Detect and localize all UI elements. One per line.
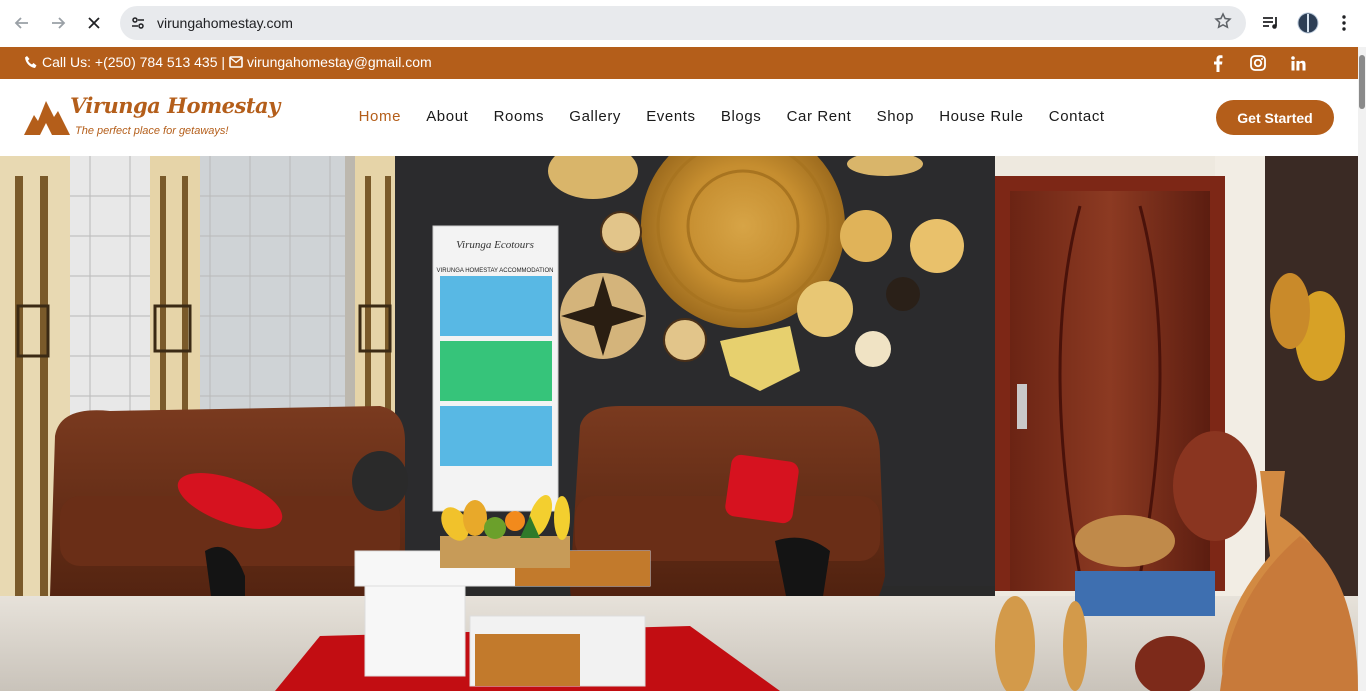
hero-photo: Virunga Ecotours VIRUNGA HOMESTAY ACCOMM… — [0, 156, 1358, 691]
nav-rooms[interactable]: Rooms — [481, 108, 557, 125]
linkedin-icon[interactable] — [1290, 54, 1306, 72]
phone-icon — [25, 56, 37, 68]
site-logo[interactable]: Virunga Homestay The perfect place for g… — [24, 93, 280, 143]
nav-about[interactable]: About — [414, 108, 481, 125]
contact-info: Call Us: +(250) 784 513 435 | virungahom… — [24, 54, 432, 70]
forward-icon[interactable] — [43, 8, 73, 38]
back-icon[interactable] — [7, 8, 37, 38]
nav-gallery[interactable]: Gallery — [557, 108, 634, 125]
instagram-icon[interactable] — [1250, 54, 1266, 72]
facebook-icon[interactable] — [1210, 54, 1226, 72]
site-info-icon[interactable] — [128, 13, 148, 33]
nav-home[interactable]: Home — [346, 108, 414, 125]
hero-image: Virunga Ecotours VIRUNGA HOMESTAY ACCOMM… — [0, 156, 1358, 691]
poster-heading: VIRUNGA HOMESTAY ACCOMMODATION — [437, 268, 554, 274]
nav-contact[interactable]: Contact — [1036, 108, 1117, 125]
envelope-icon — [229, 56, 243, 68]
social-links — [1210, 54, 1306, 72]
nav-shop[interactable]: Shop — [864, 108, 927, 125]
logo-title: Virunga Homestay — [70, 93, 280, 118]
url-text[interactable]: virungahomestay.com — [157, 15, 293, 31]
browser-toolbar: virungahomestay.com — [0, 0, 1366, 47]
mountain-logo-icon — [24, 101, 70, 135]
site-header: Virunga Homestay The perfect place for g… — [0, 79, 1358, 156]
nav-events[interactable]: Events — [634, 108, 709, 125]
more-menu-icon[interactable] — [1334, 8, 1354, 38]
page-scrollbar[interactable] — [1358, 47, 1366, 691]
stop-loading-icon[interactable] — [79, 8, 109, 38]
get-started-button[interactable]: Get Started — [1216, 100, 1334, 135]
address-bar[interactable]: virungahomestay.com — [120, 6, 1246, 40]
scrollbar-thumb[interactable] — [1359, 55, 1365, 109]
nav-blogs[interactable]: Blogs — [708, 108, 774, 125]
media-control-icon[interactable] — [1258, 8, 1284, 38]
poster-title: Virunga Ecotours — [456, 239, 534, 251]
bookmark-star-icon[interactable] — [1214, 12, 1232, 35]
nav-car-rent[interactable]: Car Rent — [774, 108, 864, 125]
phone-text[interactable]: Call Us: +(250) 784 513 435 | — [42, 54, 225, 70]
main-nav: Home About Rooms Gallery Events Blogs Ca… — [346, 108, 1117, 125]
email-link[interactable]: virungahomestay@gmail.com — [247, 54, 432, 70]
profile-avatar[interactable] — [1296, 8, 1320, 38]
nav-house-rule[interactable]: House Rule — [927, 108, 1037, 125]
top-contact-bar: Call Us: +(250) 784 513 435 | virungahom… — [0, 47, 1358, 79]
logo-tagline: The perfect place for getaways! — [75, 125, 229, 137]
